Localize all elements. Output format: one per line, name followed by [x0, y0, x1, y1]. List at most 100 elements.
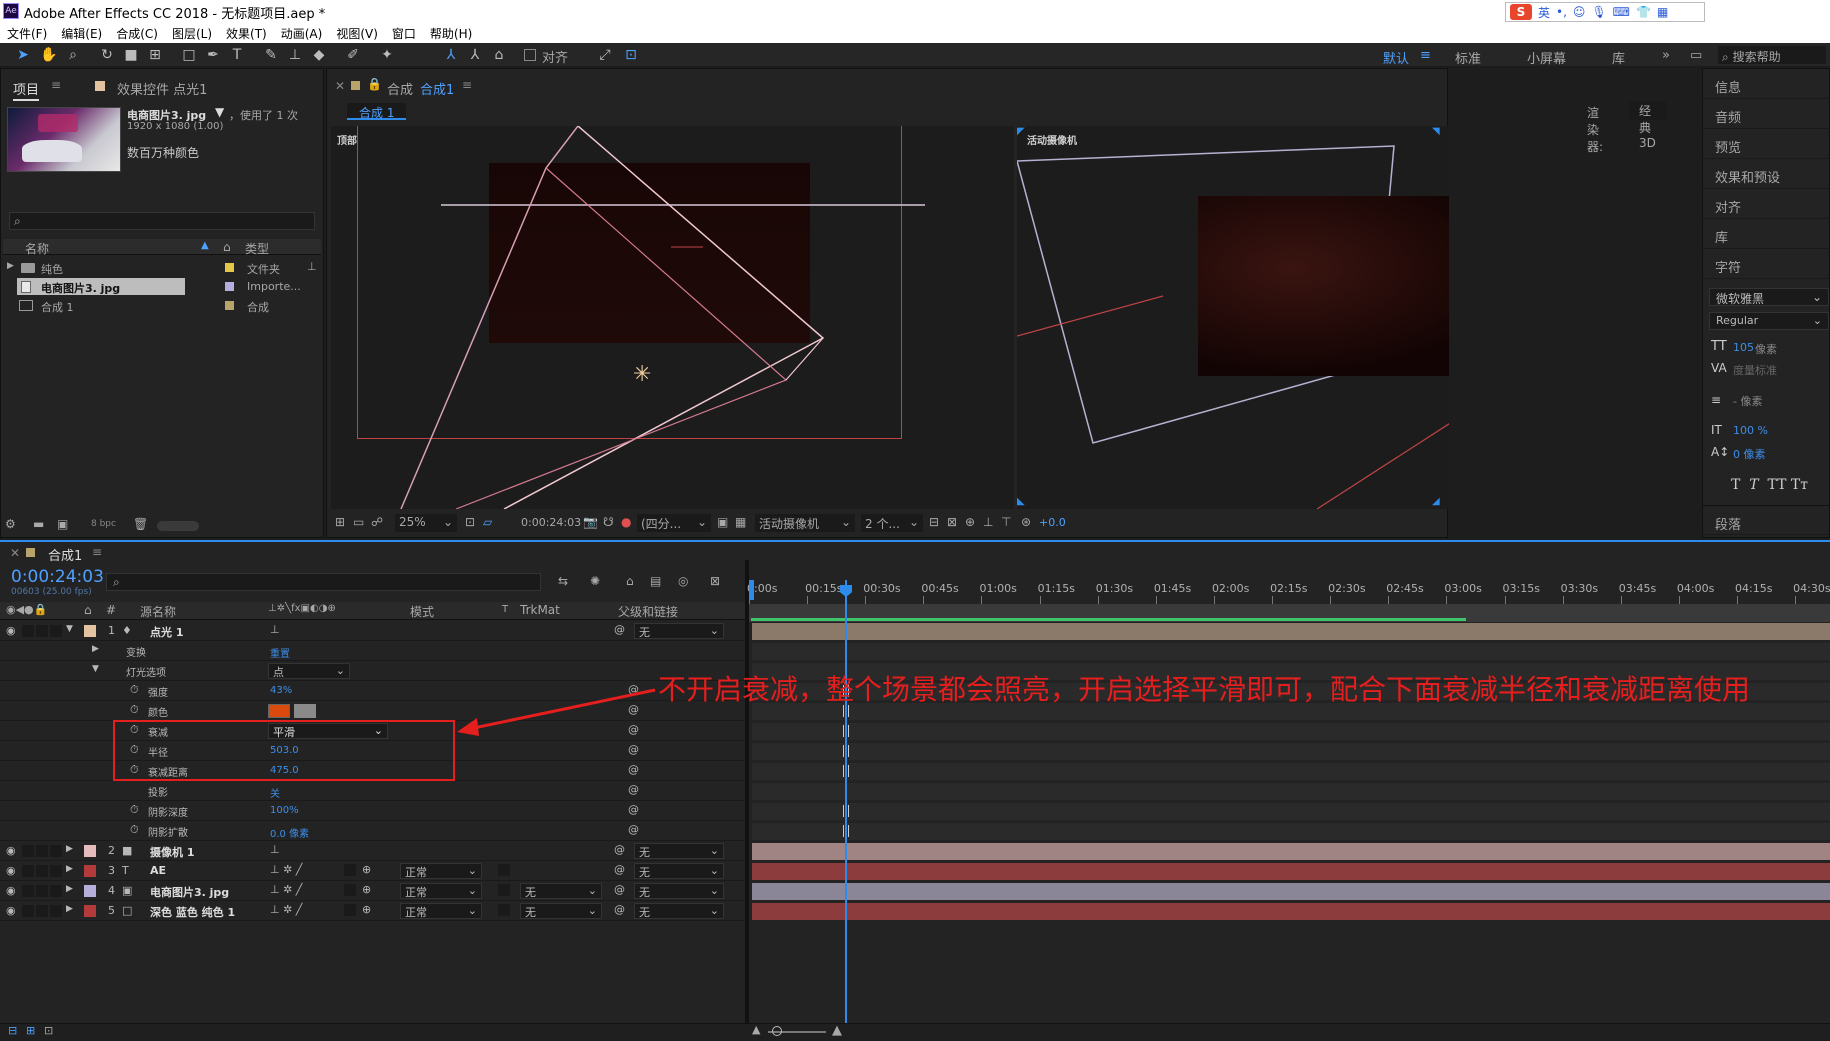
pickwhip-icon[interactable]: @ — [614, 883, 625, 896]
audio-switch[interactable] — [22, 885, 34, 897]
work-area-start[interactable] — [749, 580, 754, 600]
view-axis-icon[interactable]: ⌂ — [490, 46, 508, 64]
lock-switch[interactable] — [50, 905, 62, 917]
stopwatch-icon[interactable]: ⏱ — [130, 823, 139, 837]
layer-duration-bar[interactable] — [752, 903, 1830, 920]
timeline-search-input[interactable]: ⌕ — [106, 573, 541, 591]
layer-name[interactable]: 点光 1 — [150, 624, 183, 640]
layer-name[interactable]: 摄像机 1 — [150, 844, 194, 860]
search-help-field[interactable]: ⌕ 搜索帮助 — [1718, 46, 1826, 64]
expand-arrow-icon[interactable]: ▶ — [66, 844, 73, 854]
rectangle-tool-icon[interactable]: □ — [180, 46, 198, 64]
menu-item[interactable]: 效果(T) — [219, 23, 274, 43]
property-value[interactable]: 43% — [270, 685, 292, 696]
menu-item[interactable]: 视图(V) — [329, 23, 385, 43]
zoom-tool-icon[interactable]: ⌕ — [64, 46, 82, 64]
av-switch-icons[interactable]: ◉◀●🔒 — [6, 603, 47, 616]
clone-stamp-tool-icon[interactable]: ⊥ — [286, 46, 304, 64]
color-channel-icon[interactable]: ● — [621, 515, 631, 529]
expression-pickwhip-icon[interactable]: @ — [628, 803, 639, 816]
property-value[interactable]: 重置 — [270, 645, 290, 660]
zoom-in-icon[interactable]: ▲ — [832, 1023, 842, 1038]
brush-tool-icon[interactable]: ✎ — [262, 46, 280, 64]
col-source-name[interactable]: 源名称 — [140, 603, 176, 620]
keyboard-icon[interactable]: ⌨ — [1613, 5, 1630, 19]
new-composition-icon[interactable]: ▣ — [57, 517, 68, 531]
preserve-transparency-switch[interactable] — [498, 884, 510, 896]
visibility-eye-icon[interactable]: ◉ — [6, 864, 16, 877]
visibility-eye-icon[interactable]: ◉ — [6, 844, 16, 857]
frame-blend-icon[interactable]: ▤ — [650, 574, 661, 588]
visibility-eye-icon[interactable]: ◉ — [6, 624, 16, 637]
transparency-grid-icon[interactable]: ▦ — [735, 515, 746, 529]
panel-5[interactable]: 库 — [1703, 219, 1829, 249]
adjustment-switch[interactable] — [344, 864, 356, 876]
current-timecode[interactable]: 0:00:24:03 — [11, 567, 104, 587]
layer-label-color[interactable] — [84, 905, 96, 917]
selection-tool-icon[interactable]: ➤ — [14, 46, 32, 64]
property-value[interactable]: 0.0 像素 — [270, 825, 309, 840]
camera-tool-icon[interactable]: ■ — [122, 46, 140, 64]
layer-duration-bar[interactable] — [752, 623, 1830, 640]
eyedropper-icon[interactable] — [294, 704, 316, 718]
expression-pickwhip-icon[interactable]: @ — [628, 743, 639, 756]
parent-dropdown[interactable]: 无 ⌄ — [634, 903, 724, 919]
align-checkbox[interactable] — [524, 49, 536, 61]
shy-icon[interactable]: ⌂ — [626, 574, 634, 588]
expand-arrow-icon[interactable]: ▶ — [66, 884, 73, 894]
toggle-pixel-icon[interactable]: ⊠ — [947, 515, 957, 529]
layer-label-color[interactable] — [84, 865, 96, 877]
workspace-standard[interactable]: 标准 — [1455, 48, 1481, 67]
viewer-top[interactable]: 顶部 ✳ — [331, 126, 1014, 509]
shirt-icon[interactable]: 👕 — [1636, 5, 1651, 19]
lock-switch[interactable] — [50, 625, 62, 637]
col-mode[interactable]: 模式 — [410, 603, 434, 620]
pickwhip-icon[interactable]: @ — [614, 623, 625, 636]
workspace-default[interactable]: 默认 — [1383, 48, 1409, 67]
layer-row[interactable]: ◉ ▶ 3 T AE ⊥ ✲ ╱ ⊕ 正常 ⌄ @ 无 ⌄ — [0, 862, 745, 881]
parent-dropdown[interactable]: 无 ⌄ — [634, 623, 724, 639]
layer-switch-icons[interactable]: ⊥ ✲ ╱ — [270, 903, 302, 916]
tab-effect-controls[interactable]: 效果控件 点光1 — [117, 79, 207, 98]
layer-switch-icons[interactable]: ⊥ ✲ ╱ — [270, 883, 302, 896]
roi-icon[interactable]: ▣ — [717, 515, 728, 529]
show-snapshot-icon[interactable]: ☋ — [603, 515, 614, 529]
layer-duration-bar[interactable] — [752, 843, 1830, 860]
parent-dropdown[interactable]: 无 ⌄ — [634, 843, 724, 859]
trkmat-dropdown[interactable]: 无 ⌄ — [520, 883, 602, 899]
menu-item[interactable]: 文件(F) — [0, 23, 54, 43]
pickwhip-icon[interactable]: @ — [614, 863, 625, 876]
faux-style-icons[interactable]: T T TT Tт — [1731, 477, 1808, 493]
label-tag-icon[interactable]: ⌂ — [223, 240, 231, 254]
3d-layer-icon[interactable]: ⊕ — [362, 863, 371, 876]
puppet-tool-icon[interactable]: ✦ — [378, 46, 396, 64]
comp-timecode[interactable]: 0:00:24:03 — [521, 516, 581, 529]
flowchart-icon[interactable]: ⊤ — [1001, 515, 1011, 529]
current-time-indicator[interactable] — [845, 580, 847, 1040]
menu-item[interactable]: 合成(C) — [109, 23, 165, 43]
close-tab-icon[interactable]: ✕ — [335, 79, 345, 93]
vscale-value[interactable]: 100 % — [1733, 424, 1768, 437]
adjustment-switch[interactable] — [344, 884, 356, 896]
stopwatch-icon[interactable]: ⏱ — [130, 683, 139, 697]
col-trkmat[interactable]: TrkMat — [520, 603, 560, 617]
sort-up-icon[interactable]: ▲ — [201, 240, 209, 251]
reset-exposure-icon[interactable]: ⊛ — [1021, 515, 1031, 529]
workspace-small-screen[interactable]: 小屏幕 — [1527, 48, 1566, 67]
col-name[interactable]: 名称 — [25, 240, 49, 257]
workspace-library[interactable]: 库 — [1612, 48, 1625, 67]
property-value[interactable]: 关 — [270, 785, 280, 800]
comp-menu-icon[interactable]: ≡ — [462, 78, 472, 92]
preview-dropdown-icon[interactable]: ▼ — [215, 105, 224, 119]
parent-dropdown[interactable]: 无 ⌄ — [634, 863, 724, 879]
label-tag-icon[interactable]: ⌂ — [84, 603, 92, 617]
panel-paragraph[interactable]: 段落 — [1703, 505, 1830, 535]
fit-icon[interactable]: ⊡ — [465, 515, 475, 529]
menu-item[interactable]: 帮助(H) — [423, 23, 479, 43]
viewer-active-camera[interactable]: ◤ 活动摄像机 ✳ ◥ ◣ ◢ — [1017, 126, 1449, 509]
zoom-slider-handle[interactable] — [772, 1026, 782, 1036]
ime-punct[interactable]: •, — [1556, 5, 1567, 19]
layer-label-color[interactable] — [84, 885, 96, 897]
new-folder-icon[interactable]: ▬ — [33, 517, 44, 531]
pickwhip-icon[interactable]: @ — [614, 903, 625, 916]
